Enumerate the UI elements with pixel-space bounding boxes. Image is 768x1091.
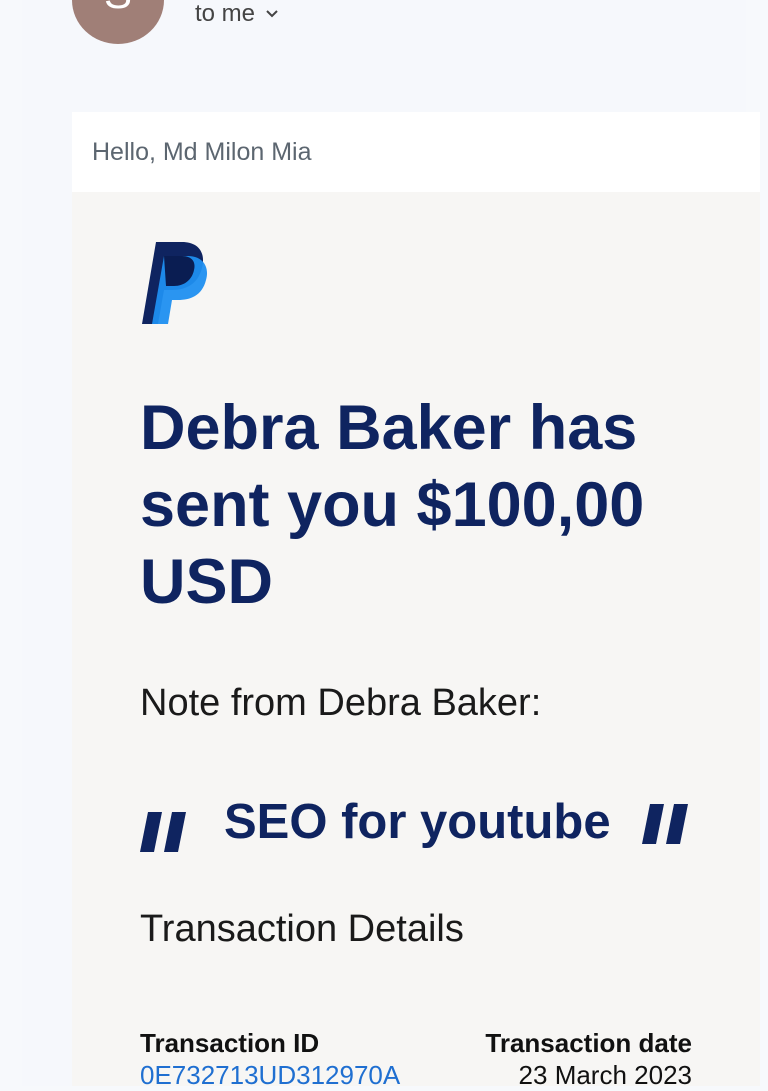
open-quote-icon	[140, 812, 186, 852]
transaction-date-value: 23 March 2023	[518, 1060, 692, 1090]
sender-avatar[interactable]: S	[72, 0, 164, 44]
greeting-bar: Hello, Md Milon Mia	[72, 112, 760, 192]
chevron-down-icon	[266, 10, 278, 18]
note-quote: SEO for youtube	[138, 792, 698, 862]
transaction-date-label: Transaction date	[485, 1028, 692, 1058]
transaction-id-link[interactable]: 0E732713UD312970A	[140, 1060, 400, 1091]
email-view: S to me Hello, Md Milon Mia Debra Baker …	[22, 0, 760, 1090]
email-content-card: Debra Baker has sent you $100,00 USD Not…	[72, 192, 760, 1090]
note-text: SEO for youtube	[224, 795, 611, 849]
transaction-id-label: Transaction ID	[140, 1028, 320, 1058]
paypal-logo	[142, 242, 208, 324]
email-headline: Debra Baker has sent you $100,00 USD	[140, 393, 645, 617]
avatar-initial: S	[104, 0, 132, 18]
close-quote-icon	[642, 804, 688, 844]
recipient-label: to me	[195, 0, 256, 27]
transaction-details-title: Transaction Details	[140, 908, 464, 950]
recipient-toggle[interactable]: to me	[195, 0, 279, 28]
greeting-text: Hello, Md Milon Mia	[92, 138, 312, 166]
note-label: Note from Debra Baker:	[140, 682, 542, 724]
